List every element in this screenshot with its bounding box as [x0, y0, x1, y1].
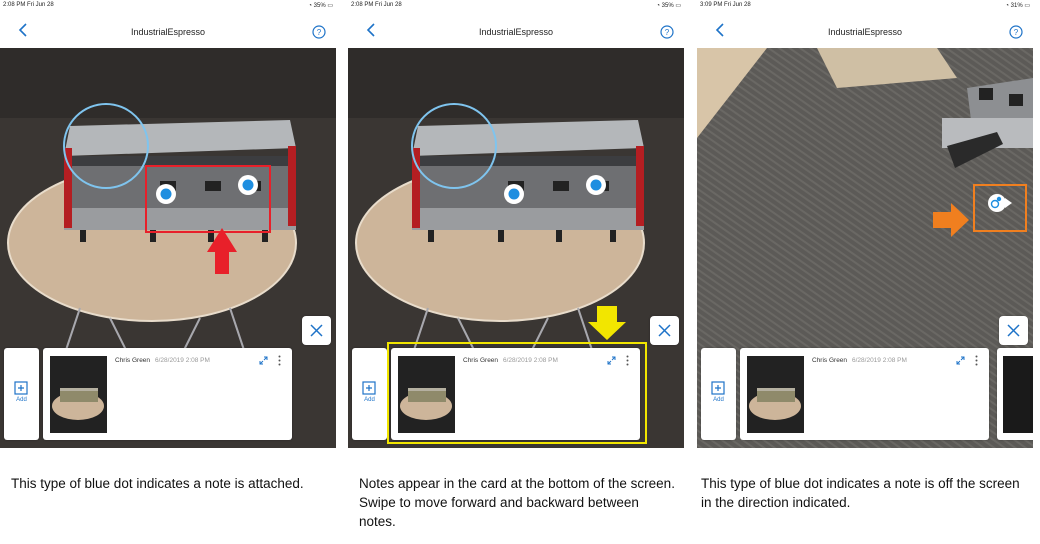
caption-2: Notes appear in the card at the bottom o…	[359, 476, 675, 529]
help-circle-icon[interactable]: ?	[660, 25, 674, 39]
add-label: Add	[713, 397, 724, 403]
status-bar: 2:08 PM Fri Jun 28 ◔ 35% ▭	[0, 0, 336, 12]
battery-status: ◔ 35% ▭	[308, 3, 333, 9]
close-icon	[658, 324, 671, 337]
add-note-button[interactable]: Add	[352, 348, 387, 440]
note-marker-icon[interactable]	[156, 184, 176, 204]
note-date: 6/28/2019 2:08 PM	[852, 357, 907, 364]
close-button[interactable]	[650, 316, 679, 345]
expand-icon[interactable]	[259, 356, 268, 365]
note-thumbnail	[1003, 356, 1033, 433]
nav-bar: IndustrialEspresso ?	[697, 12, 1033, 48]
notes-carousel[interactable]: Add Chris Green 6/28/2019 2:08 PM	[348, 342, 684, 448]
svg-text:?: ?	[1014, 28, 1019, 37]
close-icon	[310, 324, 323, 337]
add-note-button[interactable]: Add	[701, 348, 736, 440]
caption-3: This type of blue dot indicates a note i…	[701, 476, 1020, 510]
note-author: Chris Green	[812, 357, 848, 364]
notes-carousel[interactable]: Add Chris Green 6/28/2019 2:08 PM	[0, 348, 336, 448]
svg-text:?: ?	[317, 28, 322, 37]
nav-bar: IndustrialEspresso ?	[0, 12, 336, 48]
svg-text:?: ?	[665, 28, 670, 37]
expand-icon[interactable]	[956, 356, 965, 365]
espresso-machine-model	[64, 120, 296, 242]
status-time: 3:09 PM Fri Jun 28	[700, 2, 751, 8]
caption-1: This type of blue dot indicates a note i…	[11, 476, 304, 491]
more-vertical-icon[interactable]	[974, 355, 979, 366]
nav-bar: IndustrialEspresso ?	[348, 12, 684, 48]
next-note-card[interactable]	[997, 348, 1033, 440]
page-title: IndustrialEspresso	[478, 27, 554, 37]
add-note-icon	[14, 381, 28, 395]
help-circle-icon[interactable]: ?	[1009, 25, 1023, 39]
screenshot-panel-1: 2:08 PM Fri Jun 28 ◔ 35% ▭ IndustrialEsp…	[0, 0, 336, 448]
page-title: IndustrialEspresso	[130, 27, 206, 37]
note-author: Chris Green	[115, 357, 151, 364]
note-date: 6/28/2019 2:08 PM	[155, 357, 210, 364]
screenshot-panel-2: 2:08 PM Fri Jun 28 ◔ 35% ▭ IndustrialEsp…	[348, 0, 684, 448]
status-time: 2:08 PM Fri Jun 28	[3, 2, 54, 8]
highlight-box	[387, 342, 647, 444]
note-thumbnail[interactable]	[50, 356, 107, 433]
more-vertical-icon[interactable]	[277, 355, 282, 366]
add-note-icon	[711, 381, 725, 395]
screenshot-panel-3: 3:09 PM Fri Jun 28 ◔ 31% ▭ IndustrialEsp…	[697, 0, 1033, 448]
note-card[interactable]: Chris Green 6/28/2019 2:08 PM	[740, 348, 989, 440]
battery-status: ◔ 35% ▭	[656, 3, 681, 9]
status-bar: 3:09 PM Fri Jun 28 ◔ 31% ▭	[697, 0, 1033, 12]
add-label: Add	[364, 397, 375, 403]
note-thumbnail[interactable]	[747, 356, 804, 433]
add-label: Add	[16, 397, 27, 403]
tutorial-figure: 2:08 PM Fri Jun 28 ◔ 35% ▭ IndustrialEsp…	[0, 0, 1040, 544]
close-button[interactable]	[999, 316, 1028, 345]
add-note-button[interactable]: Add	[4, 348, 39, 440]
add-note-icon	[362, 381, 376, 395]
note-marker-icon[interactable]	[238, 175, 258, 195]
page-title: IndustrialEspresso	[827, 27, 903, 37]
note-card[interactable]: Chris Green 6/28/2019 2:08 PM	[43, 348, 292, 440]
battery-status: ◔ 31% ▭	[1005, 3, 1030, 9]
note-marker-icon[interactable]	[504, 184, 524, 204]
status-time: 2:08 PM Fri Jun 28	[351, 2, 402, 8]
help-circle-icon[interactable]: ?	[312, 25, 326, 39]
note-marker-icon[interactable]	[586, 175, 606, 195]
close-button[interactable]	[302, 316, 331, 345]
status-bar: 2:08 PM Fri Jun 28 ◔ 35% ▭	[348, 0, 684, 12]
espresso-machine-model	[412, 120, 644, 242]
close-icon	[1007, 324, 1020, 337]
notes-carousel[interactable]: Add Chris Green 6/28/2019 2:08 PM	[697, 348, 1033, 448]
